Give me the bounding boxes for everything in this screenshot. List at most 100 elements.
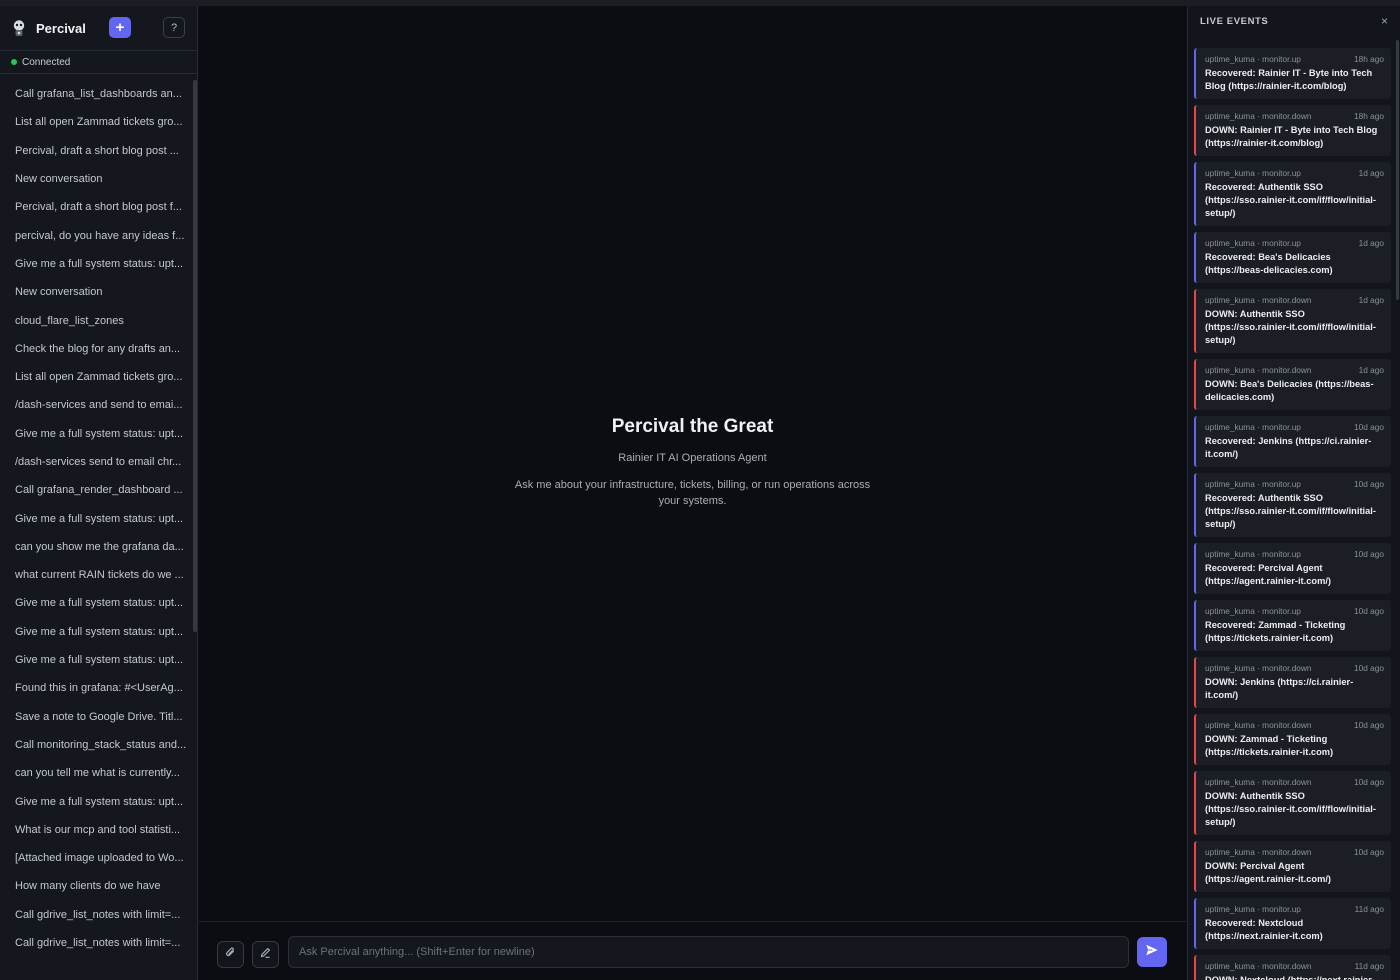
event-meta: uptime_kuma · monitor.down 1d ago [1205, 295, 1384, 305]
event-card[interactable]: uptime_kuma · monitor.down 10d ago DOWN: Z… [1194, 714, 1391, 765]
event-message: Recovered: Authentik SSO (https://sso.ra… [1205, 182, 1376, 218]
conversation-item[interactable]: Give me a full system status: upt... [0, 589, 192, 617]
event-time: 1d ago [1358, 168, 1384, 178]
event-card[interactable]: uptime_kuma · monitor.down 1d ago DOWN: Be… [1194, 359, 1391, 410]
event-source: uptime_kuma · monitor.down [1205, 111, 1312, 121]
event-card[interactable]: uptime_kuma · monitor.up 10d ago Recovered… [1194, 416, 1391, 467]
event-card[interactable]: uptime_kuma · monitor.up 1d ago Recovered:… [1194, 162, 1391, 226]
event-source: uptime_kuma · monitor.up [1205, 904, 1301, 914]
conversation-item[interactable]: Give me a full system status: upt... [0, 646, 192, 674]
event-card[interactable]: uptime_kuma · monitor.up 1d ago Recovered:… [1194, 232, 1391, 283]
event-meta: uptime_kuma · monitor.up 10d ago [1205, 549, 1384, 559]
event-time: 10d ago [1354, 549, 1384, 559]
conversation-item[interactable]: Call monitoring_stack_status and... [0, 731, 192, 759]
event-card[interactable]: uptime_kuma · monitor.up 10d ago Recovered… [1194, 543, 1391, 594]
sidebar-scrollbar[interactable] [193, 80, 197, 632]
event-card[interactable]: uptime_kuma · monitor.up 10d ago Recovered… [1194, 600, 1391, 651]
conversation-item[interactable]: Call gdrive_list_notes with limit=... [0, 929, 192, 957]
event-time: 10d ago [1354, 663, 1384, 673]
conversation-item[interactable]: Give me a full system status: upt... [0, 250, 192, 278]
event-source: uptime_kuma · monitor.down [1205, 777, 1312, 787]
conversation-item[interactable]: percival, do you have any ideas f... [0, 221, 192, 249]
event-card[interactable]: uptime_kuma · monitor.down 10d ago DOWN: P… [1194, 841, 1391, 892]
conversation-item[interactable]: Call gdrive_list_notes with limit=... [0, 901, 192, 929]
event-source: uptime_kuma · monitor.down [1205, 295, 1312, 305]
conversation-item[interactable]: can you tell me what is currently... [0, 759, 192, 787]
close-icon[interactable]: × [1381, 14, 1388, 28]
event-card[interactable]: uptime_kuma · monitor.up 18h ago Recovered… [1194, 48, 1391, 99]
conversation-item[interactable]: Check the blog for any drafts an... [0, 335, 192, 363]
event-message: Recovered: Bea's Delicacies (https://bea… [1205, 252, 1333, 275]
event-source: uptime_kuma · monitor.up [1205, 168, 1301, 178]
welcome-hero: Percival the Great Rainier IT AI Operati… [199, 416, 1186, 509]
conversation-item[interactable]: Percival, draft a short blog post f... [0, 193, 192, 221]
event-source: uptime_kuma · monitor.down [1205, 720, 1312, 730]
send-button[interactable] [1137, 937, 1167, 967]
event-meta: uptime_kuma · monitor.up 11d ago [1205, 904, 1384, 914]
event-card[interactable]: uptime_kuma · monitor.down 10d ago DOWN: A… [1194, 771, 1391, 835]
status-text: Connected [22, 56, 71, 68]
message-input[interactable] [288, 936, 1129, 968]
event-time: 1d ago [1358, 295, 1384, 305]
event-card[interactable]: uptime_kuma · monitor.down 10d ago DOWN: J… [1194, 657, 1391, 708]
event-message: DOWN: Authentik SSO (https://sso.rainier… [1205, 309, 1376, 345]
event-time: 1d ago [1358, 238, 1384, 248]
event-card[interactable]: uptime_kuma · monitor.down 18h ago DOWN: R… [1194, 105, 1391, 156]
event-source: uptime_kuma · monitor.up [1205, 54, 1301, 64]
conversation-item[interactable]: New conversation [0, 165, 192, 193]
conversation-item[interactable]: [Attached image uploaded to Wo... [0, 844, 192, 872]
conversation-item[interactable]: Call grafana_render_dashboard ... [0, 476, 192, 504]
conversation-item[interactable]: Save a note to Google Drive. Titl... [0, 703, 192, 731]
event-meta: uptime_kuma · monitor.up 10d ago [1205, 606, 1384, 616]
conversation-item[interactable]: Give me a full system status: upt... [0, 504, 192, 532]
new-conversation-button[interactable]: + [109, 17, 131, 38]
conversation-item[interactable]: what current RAIN tickets do we ... [0, 561, 192, 589]
conversation-item[interactable]: /dash-services send to email chr... [0, 448, 192, 476]
event-message: DOWN: Percival Agent (https://agent.rain… [1205, 861, 1332, 884]
event-source: uptime_kuma · monitor.down [1205, 847, 1312, 857]
event-source: uptime_kuma · monitor.down [1205, 663, 1312, 673]
conversation-item[interactable]: New conversation [0, 278, 192, 306]
event-card[interactable]: uptime_kuma · monitor.up 11d ago Recovered… [1194, 898, 1391, 949]
conversation-item[interactable]: cloud_flare_list_zones [0, 306, 192, 334]
conversation-item[interactable]: Call grafana_list_dashboards an... [0, 80, 192, 108]
conversation-item[interactable]: List all open Zammad tickets gro... [0, 363, 192, 391]
event-time: 10d ago [1354, 777, 1384, 787]
event-message: DOWN: Bea's Delicacies (https://beas-del… [1205, 379, 1374, 402]
conversation-item[interactable]: Give me a full system status: upt... [0, 420, 192, 448]
status-dot-icon [11, 59, 17, 65]
event-meta: uptime_kuma · monitor.down 18h ago [1205, 111, 1384, 121]
help-button[interactable]: ? [163, 17, 185, 38]
conversation-item[interactable]: What is our mcp and tool statisti... [0, 816, 192, 844]
event-card[interactable]: uptime_kuma · monitor.down 1d ago DOWN: Au… [1194, 289, 1391, 353]
event-message: Recovered: Zammad - Ticketing (https://t… [1205, 620, 1346, 643]
attach-button[interactable] [217, 941, 244, 968]
sidebar: Percival + ? Connected Call grafana_list… [0, 6, 198, 980]
event-meta: uptime_kuma · monitor.up 18h ago [1205, 54, 1384, 64]
event-card[interactable]: uptime_kuma · monitor.down 11d ago DOWN: N… [1194, 955, 1391, 980]
event-source: uptime_kuma · monitor.up [1205, 549, 1301, 559]
conversation-item[interactable]: Found this in grafana: #<UserAg... [0, 674, 192, 702]
event-message: Recovered: Jenkins (https://ci.rainier-i… [1205, 436, 1372, 459]
app-name: Percival [36, 20, 86, 36]
conversation-item[interactable]: /dash-services and send to emai... [0, 391, 192, 419]
draw-button[interactable] [252, 941, 279, 968]
event-meta: uptime_kuma · monitor.up 10d ago [1205, 479, 1384, 489]
conversation-item[interactable]: can you show me the grafana da... [0, 533, 192, 561]
conversation-item[interactable]: Give me a full system status: upt... [0, 787, 192, 815]
event-message: Recovered: Rainier IT - Byte into Tech B… [1205, 68, 1373, 91]
events-scrollbar[interactable] [1396, 40, 1399, 300]
events-header: LIVE EVENTS × [1188, 6, 1400, 36]
event-source: uptime_kuma · monitor.up [1205, 479, 1301, 489]
event-time: 1d ago [1358, 365, 1384, 375]
event-card[interactable]: uptime_kuma · monitor.up 10d ago Recovered… [1194, 473, 1391, 537]
event-time: 10d ago [1354, 479, 1384, 489]
event-time: 10d ago [1354, 720, 1384, 730]
conversation-item[interactable]: Percival, draft a short blog post ... [0, 137, 192, 165]
conversation-item[interactable]: List all open Zammad tickets gro... [0, 108, 192, 136]
event-source: uptime_kuma · monitor.down [1205, 365, 1312, 375]
connection-status: Connected [0, 50, 197, 74]
conversation-item[interactable]: How many clients do we have [0, 872, 192, 900]
conversation-item[interactable]: Give me a full system status: upt... [0, 618, 192, 646]
hero-subtitle: Rainier IT AI Operations Agent [618, 452, 767, 464]
